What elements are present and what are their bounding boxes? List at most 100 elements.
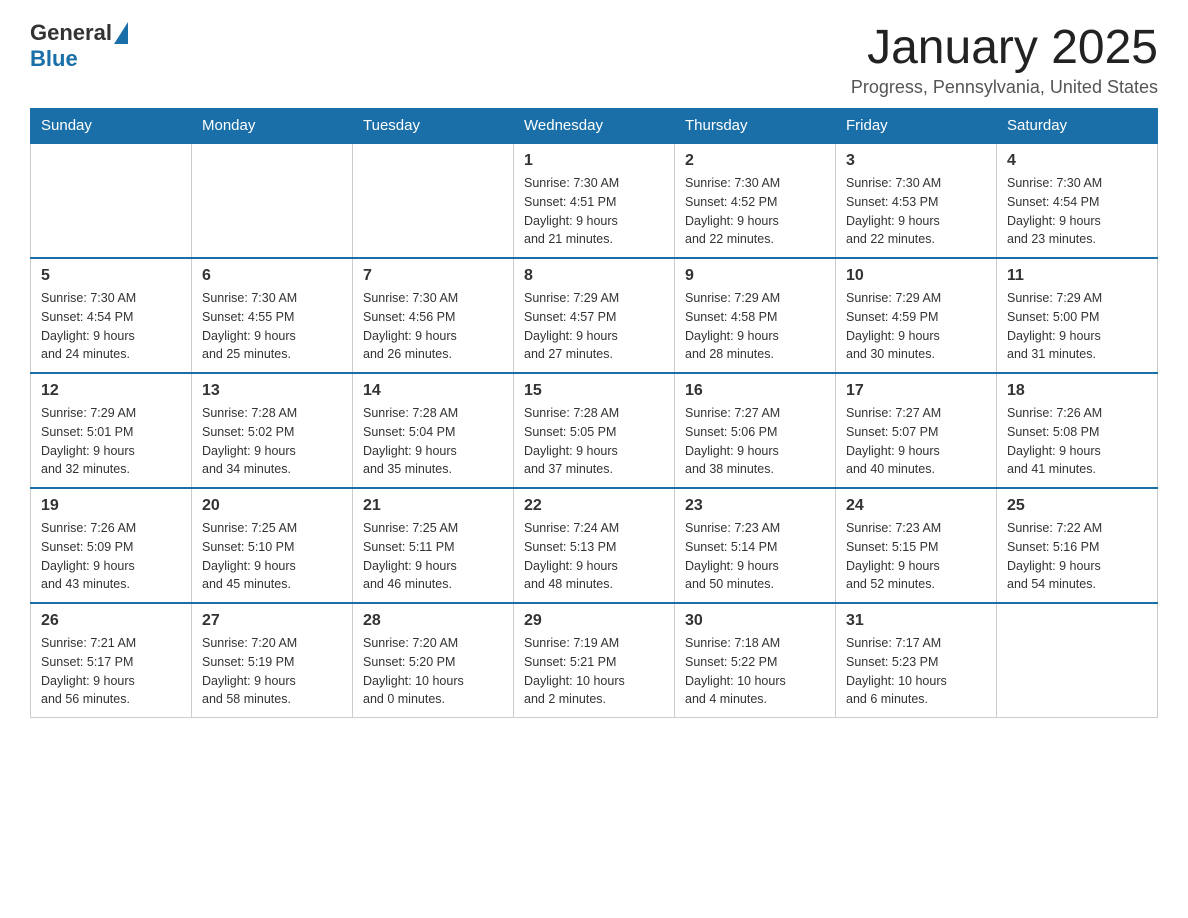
- calendar-cell: 24 Sunrise: 7:23 AMSunset: 5:15 PMDayligh…: [836, 488, 997, 603]
- calendar-subtitle: Progress, Pennsylvania, United States: [851, 77, 1158, 98]
- day-info: Sunrise: 7:30 AMSunset: 4:51 PMDaylight:…: [524, 174, 664, 249]
- calendar-cell: 12 Sunrise: 7:29 AMSunset: 5:01 PMDayligh…: [31, 373, 192, 488]
- day-info: Sunrise: 7:17 AMSunset: 5:23 PMDaylight:…: [846, 634, 986, 709]
- week-row-5: 26 Sunrise: 7:21 AMSunset: 5:17 PMDayligh…: [31, 603, 1158, 718]
- day-number: 22: [524, 497, 664, 515]
- day-info: Sunrise: 7:25 AMSunset: 5:11 PMDaylight:…: [363, 519, 503, 594]
- day-info: Sunrise: 7:24 AMSunset: 5:13 PMDaylight:…: [524, 519, 664, 594]
- calendar-cell: 1 Sunrise: 7:30 AMSunset: 4:51 PMDaylight…: [514, 143, 675, 258]
- header-saturday: Saturday: [997, 109, 1158, 144]
- day-info: Sunrise: 7:28 AMSunset: 5:02 PMDaylight:…: [202, 404, 342, 479]
- day-number: 19: [41, 497, 181, 515]
- calendar-cell: 3Sunrise: 7:30 AMSunset: 4:53 PMDaylight…: [836, 143, 997, 258]
- day-number: 11: [1007, 267, 1147, 285]
- day-number: 1: [524, 152, 664, 170]
- day-info: Sunrise: 7:27 AMSunset: 5:07 PMDaylight:…: [846, 404, 986, 479]
- calendar-cell: 17 Sunrise: 7:27 AMSunset: 5:07 PMDayligh…: [836, 373, 997, 488]
- day-number: 4: [1007, 152, 1147, 170]
- day-number: 15: [524, 382, 664, 400]
- day-number: 24: [846, 497, 986, 515]
- calendar-cell: 28Sunrise: 7:20 AMSunset: 5:20 PMDayligh…: [353, 603, 514, 718]
- day-number: 14: [363, 382, 503, 400]
- day-info: Sunrise: 7:23 AMSunset: 5:15 PMDaylight:…: [846, 519, 986, 594]
- day-info: Sunrise: 7:27 AMSunset: 5:06 PMDaylight:…: [685, 404, 825, 479]
- day-number: 30: [685, 612, 825, 630]
- calendar-cell: 29Sunrise: 7:19 AMSunset: 5:21 PMDayligh…: [514, 603, 675, 718]
- header-friday: Friday: [836, 109, 997, 144]
- day-number: 13: [202, 382, 342, 400]
- day-number: 5: [41, 267, 181, 285]
- day-info: Sunrise: 7:30 AMSunset: 4:52 PMDaylight:…: [685, 174, 825, 249]
- header-wednesday: Wednesday: [514, 109, 675, 144]
- calendar-cell: 7Sunrise: 7:30 AMSunset: 4:56 PMDaylight…: [353, 258, 514, 373]
- day-number: 2: [685, 152, 825, 170]
- day-number: 16: [685, 382, 825, 400]
- logo-blue: Blue: [30, 46, 78, 72]
- day-number: 26: [41, 612, 181, 630]
- day-info: Sunrise: 7:29 AMSunset: 4:57 PMDaylight:…: [524, 289, 664, 364]
- calendar-cell: 27 Sunrise: 7:20 AMSunset: 5:19 PMDayligh…: [192, 603, 353, 718]
- week-row-4: 19Sunrise: 7:26 AMSunset: 5:09 PMDayligh…: [31, 488, 1158, 603]
- header-sunday: Sunday: [31, 109, 192, 144]
- day-info: Sunrise: 7:20 AMSunset: 5:20 PMDaylight:…: [363, 634, 503, 709]
- calendar-cell: 20 Sunrise: 7:25 AMSunset: 5:10 PMDayligh…: [192, 488, 353, 603]
- calendar-table: Sunday Monday Tuesday Wednesday Thursday…: [30, 108, 1158, 718]
- day-number: 18: [1007, 382, 1147, 400]
- weekday-header-row: Sunday Monday Tuesday Wednesday Thursday…: [31, 109, 1158, 144]
- day-number: 25: [1007, 497, 1147, 515]
- header-monday: Monday: [192, 109, 353, 144]
- day-info: Sunrise: 7:18 AMSunset: 5:22 PMDaylight:…: [685, 634, 825, 709]
- week-row-1: 1 Sunrise: 7:30 AMSunset: 4:51 PMDaylight…: [31, 143, 1158, 258]
- day-number: 20: [202, 497, 342, 515]
- day-number: 31: [846, 612, 986, 630]
- day-info: Sunrise: 7:29 AMSunset: 4:59 PMDaylight:…: [846, 289, 986, 364]
- day-number: 23: [685, 497, 825, 515]
- calendar-cell: 5Sunrise: 7:30 AMSunset: 4:54 PMDaylight…: [31, 258, 192, 373]
- day-info: Sunrise: 7:28 AMSunset: 5:05 PMDaylight:…: [524, 404, 664, 479]
- calendar-cell: 25 Sunrise: 7:22 AMSunset: 5:16 PMDayligh…: [997, 488, 1158, 603]
- calendar-cell: 30 Sunrise: 7:18 AMSunset: 5:22 PMDayligh…: [675, 603, 836, 718]
- calendar-cell: 10 Sunrise: 7:29 AMSunset: 4:59 PMDayligh…: [836, 258, 997, 373]
- day-info: Sunrise: 7:22 AMSunset: 5:16 PMDaylight:…: [1007, 519, 1147, 594]
- calendar-cell: 6 Sunrise: 7:30 AMSunset: 4:55 PMDaylight…: [192, 258, 353, 373]
- calendar-cell: [353, 143, 514, 258]
- calendar-cell: 2 Sunrise: 7:30 AMSunset: 4:52 PMDaylight…: [675, 143, 836, 258]
- calendar-cell: 15 Sunrise: 7:28 AMSunset: 5:05 PMDayligh…: [514, 373, 675, 488]
- calendar-cell: 8 Sunrise: 7:29 AMSunset: 4:57 PMDaylight…: [514, 258, 675, 373]
- calendar-cell: [192, 143, 353, 258]
- day-info: Sunrise: 7:29 AMSunset: 5:00 PMDaylight:…: [1007, 289, 1147, 364]
- day-info: Sunrise: 7:30 AMSunset: 4:56 PMDaylight:…: [363, 289, 503, 364]
- day-info: Sunrise: 7:30 AMSunset: 4:54 PMDaylight:…: [1007, 174, 1147, 249]
- calendar-cell: 31 Sunrise: 7:17 AMSunset: 5:23 PMDayligh…: [836, 603, 997, 718]
- day-number: 10: [846, 267, 986, 285]
- calendar-cell: 9 Sunrise: 7:29 AMSunset: 4:58 PMDaylight…: [675, 258, 836, 373]
- day-number: 8: [524, 267, 664, 285]
- week-row-2: 5Sunrise: 7:30 AMSunset: 4:54 PMDaylight…: [31, 258, 1158, 373]
- header: General Blue January 2025 Progress, Penn…: [30, 20, 1158, 98]
- day-number: 12: [41, 382, 181, 400]
- day-number: 27: [202, 612, 342, 630]
- day-info: Sunrise: 7:25 AMSunset: 5:10 PMDaylight:…: [202, 519, 342, 594]
- week-row-3: 12 Sunrise: 7:29 AMSunset: 5:01 PMDayligh…: [31, 373, 1158, 488]
- day-info: Sunrise: 7:26 AMSunset: 5:08 PMDaylight:…: [1007, 404, 1147, 479]
- day-info: Sunrise: 7:29 AMSunset: 4:58 PMDaylight:…: [685, 289, 825, 364]
- day-info: Sunrise: 7:21 AMSunset: 5:17 PMDaylight:…: [41, 634, 181, 709]
- calendar-title: January 2025: [851, 20, 1158, 75]
- day-info: Sunrise: 7:29 AMSunset: 5:01 PMDaylight:…: [41, 404, 181, 479]
- day-number: 17: [846, 382, 986, 400]
- day-info: Sunrise: 7:30 AMSunset: 4:55 PMDaylight:…: [202, 289, 342, 364]
- calendar-cell: 26 Sunrise: 7:21 AMSunset: 5:17 PMDayligh…: [31, 603, 192, 718]
- calendar-cell: 14Sunrise: 7:28 AMSunset: 5:04 PMDayligh…: [353, 373, 514, 488]
- day-number: 6: [202, 267, 342, 285]
- day-number: 9: [685, 267, 825, 285]
- header-thursday: Thursday: [675, 109, 836, 144]
- day-info: Sunrise: 7:20 AMSunset: 5:19 PMDaylight:…: [202, 634, 342, 709]
- calendar-cell: 11 Sunrise: 7:29 AMSunset: 5:00 PMDayligh…: [997, 258, 1158, 373]
- calendar-cell: 4 Sunrise: 7:30 AMSunset: 4:54 PMDaylight…: [997, 143, 1158, 258]
- title-area: January 2025 Progress, Pennsylvania, Uni…: [851, 20, 1158, 98]
- calendar-cell: 19Sunrise: 7:26 AMSunset: 5:09 PMDayligh…: [31, 488, 192, 603]
- day-info: Sunrise: 7:23 AMSunset: 5:14 PMDaylight:…: [685, 519, 825, 594]
- calendar-cell: 13 Sunrise: 7:28 AMSunset: 5:02 PMDayligh…: [192, 373, 353, 488]
- calendar-cell: [997, 603, 1158, 718]
- calendar-cell: 23 Sunrise: 7:23 AMSunset: 5:14 PMDayligh…: [675, 488, 836, 603]
